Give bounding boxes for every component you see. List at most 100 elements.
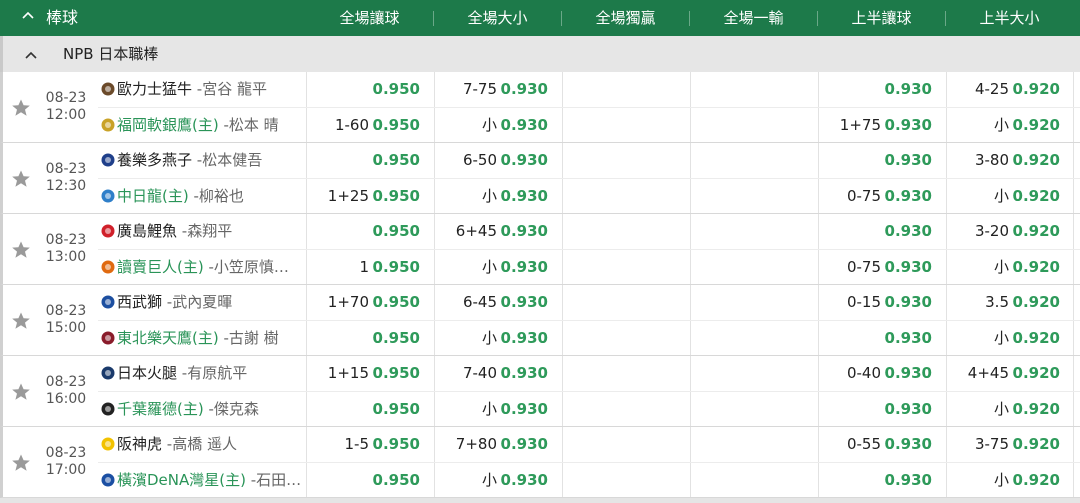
odds-cell-full-handicap[interactable]: 1-5 0.950 xyxy=(306,427,433,462)
odds-value[interactable]: 0.920 xyxy=(1013,285,1060,320)
odds-cell-full-moneyline[interactable] xyxy=(562,108,689,143)
odds-cell-half-over-under[interactable]: 小 0.920 xyxy=(946,108,1073,143)
odds-value[interactable]: 0.930 xyxy=(501,321,548,356)
odds-cell-full-moneyline[interactable] xyxy=(562,72,689,107)
odds-cell-full-one-loss[interactable] xyxy=(690,179,817,214)
odds-cell-half-over-under[interactable]: 3-20 0.920 xyxy=(946,214,1073,249)
odds-cell-full-handicap[interactable]: 0.950 xyxy=(306,214,433,249)
odds-cell-half-handicap[interactable]: 0.930 xyxy=(818,143,945,178)
odds-value[interactable]: 0.930 xyxy=(885,321,932,356)
odds-cell-full-handicap[interactable]: 1+15 0.950 xyxy=(306,356,433,391)
odds-value[interactable]: 0.920 xyxy=(1013,143,1060,178)
team-home[interactable]: 中日龍(主) -柳裕也 xyxy=(100,179,308,214)
odds-value[interactable]: 0.930 xyxy=(501,392,548,427)
odds-cell-full-handicap[interactable]: 1 0.950 xyxy=(306,250,433,285)
odds-cell-full-handicap[interactable]: 0.950 xyxy=(306,463,433,498)
odds-value[interactable]: 0.930 xyxy=(501,179,548,214)
odds-cell-half-handicap[interactable]: 0-75 0.930 xyxy=(818,179,945,214)
chevron-up-icon[interactable] xyxy=(25,48,37,60)
odds-cell-full-over-under[interactable]: 小 0.930 xyxy=(434,392,561,427)
odds-cell-full-over-under[interactable]: 小 0.930 xyxy=(434,179,561,214)
odds-cell-full-moneyline[interactable] xyxy=(562,427,689,462)
odds-cell-full-one-loss[interactable] xyxy=(690,392,817,427)
favorite-star-icon[interactable] xyxy=(11,311,31,331)
league-row[interactable]: NPB 日本職棒 xyxy=(0,36,1080,72)
odds-cell-full-moneyline[interactable] xyxy=(562,214,689,249)
team-away[interactable]: 日本火腿 -有原航平 xyxy=(100,356,308,391)
team-home[interactable]: 讀賣巨人(主) -小笠原慎… xyxy=(100,250,308,285)
odds-value[interactable]: 0.930 xyxy=(885,285,932,320)
odds-cell-full-handicap[interactable]: 0.950 xyxy=(306,72,433,107)
odds-value[interactable]: 0.950 xyxy=(373,463,420,498)
odds-cell-full-handicap[interactable]: 0.950 xyxy=(306,392,433,427)
team-away[interactable]: 阪神虎 -高橋 遥人 xyxy=(100,427,308,462)
odds-cell-half-handicap[interactable]: 0.930 xyxy=(818,463,945,498)
odds-value[interactable]: 0.920 xyxy=(1013,108,1060,143)
team-away[interactable]: 歐力士猛牛 -宮谷 龍平 xyxy=(100,72,308,107)
odds-value[interactable]: 0.950 xyxy=(373,143,420,178)
odds-value[interactable]: 0.950 xyxy=(373,321,420,356)
odds-value[interactable]: 0.930 xyxy=(501,214,548,249)
odds-value[interactable]: 0.930 xyxy=(885,356,932,391)
odds-cell-full-handicap[interactable]: 1+70 0.950 xyxy=(306,285,433,320)
odds-cell-full-one-loss[interactable] xyxy=(690,427,817,462)
odds-cell-full-handicap[interactable]: 0.950 xyxy=(306,321,433,356)
favorite-star-icon[interactable] xyxy=(11,169,31,189)
odds-value[interactable]: 0.950 xyxy=(373,356,420,391)
odds-cell-full-one-loss[interactable] xyxy=(690,250,817,285)
odds-value[interactable]: 0.930 xyxy=(885,250,932,285)
odds-cell-full-handicap[interactable]: 0.950 xyxy=(306,143,433,178)
team-home[interactable]: 千葉羅德(主) -傑克森 xyxy=(100,392,308,427)
sport-label[interactable]: 棒球 xyxy=(46,0,78,36)
team-home[interactable]: 福岡軟銀鷹(主) -松本 晴 xyxy=(100,108,308,143)
odds-value[interactable]: 0.950 xyxy=(373,214,420,249)
odds-value[interactable]: 0.950 xyxy=(373,392,420,427)
odds-cell-full-over-under[interactable]: 7+80 0.930 xyxy=(434,427,561,462)
odds-cell-half-over-under[interactable]: 4-25 0.920 xyxy=(946,72,1073,107)
odds-value[interactable]: 0.950 xyxy=(373,285,420,320)
odds-cell-full-moneyline[interactable] xyxy=(562,321,689,356)
odds-value[interactable]: 0.930 xyxy=(885,72,932,107)
odds-value[interactable]: 0.920 xyxy=(1013,356,1060,391)
odds-cell-full-moneyline[interactable] xyxy=(562,463,689,498)
odds-cell-full-over-under[interactable]: 7-40 0.930 xyxy=(434,356,561,391)
team-home[interactable]: 橫濱DeNA灣星(主) -石田… xyxy=(100,463,308,498)
odds-cell-full-one-loss[interactable] xyxy=(690,108,817,143)
odds-cell-half-over-under[interactable]: 小 0.920 xyxy=(946,463,1073,498)
odds-value[interactable]: 0.930 xyxy=(501,72,548,107)
odds-cell-half-over-under[interactable]: 小 0.920 xyxy=(946,179,1073,214)
odds-cell-half-handicap[interactable]: 0.930 xyxy=(818,214,945,249)
odds-cell-full-over-under[interactable]: 6-50 0.930 xyxy=(434,143,561,178)
team-away[interactable]: 養樂多燕子 -松本健吾 xyxy=(100,143,308,178)
odds-value[interactable]: 0.930 xyxy=(885,179,932,214)
odds-value[interactable]: 0.950 xyxy=(373,427,420,462)
odds-cell-full-moneyline[interactable] xyxy=(562,250,689,285)
odds-cell-full-moneyline[interactable] xyxy=(562,143,689,178)
chevron-up-icon[interactable] xyxy=(22,10,34,22)
odds-cell-full-one-loss[interactable] xyxy=(690,285,817,320)
odds-cell-full-moneyline[interactable] xyxy=(562,285,689,320)
odds-value[interactable]: 0.930 xyxy=(501,108,548,143)
favorite-star-icon[interactable] xyxy=(11,453,31,473)
odds-cell-full-one-loss[interactable] xyxy=(690,214,817,249)
odds-value[interactable]: 0.920 xyxy=(1013,463,1060,498)
odds-cell-half-handicap[interactable]: 0-15 0.930 xyxy=(818,285,945,320)
odds-value[interactable]: 0.920 xyxy=(1013,72,1060,107)
odds-value[interactable]: 0.930 xyxy=(501,250,548,285)
odds-cell-half-handicap[interactable]: 0.930 xyxy=(818,72,945,107)
odds-cell-half-handicap[interactable]: 1+75 0.930 xyxy=(818,108,945,143)
odds-cell-half-handicap[interactable]: 0-75 0.930 xyxy=(818,250,945,285)
odds-cell-full-one-loss[interactable] xyxy=(690,321,817,356)
odds-cell-full-handicap[interactable]: 1-60 0.950 xyxy=(306,108,433,143)
odds-value[interactable]: 0.930 xyxy=(885,108,932,143)
odds-cell-half-handicap[interactable]: 0.930 xyxy=(818,392,945,427)
odds-value[interactable]: 0.930 xyxy=(501,285,548,320)
odds-value[interactable]: 0.950 xyxy=(373,250,420,285)
favorite-star-icon[interactable] xyxy=(11,240,31,260)
favorite-star-icon[interactable] xyxy=(11,98,31,118)
odds-cell-full-over-under[interactable]: 小 0.930 xyxy=(434,250,561,285)
odds-cell-full-over-under[interactable]: 小 0.930 xyxy=(434,108,561,143)
odds-value[interactable]: 0.930 xyxy=(501,143,548,178)
odds-cell-full-moneyline[interactable] xyxy=(562,179,689,214)
odds-value[interactable]: 0.950 xyxy=(373,179,420,214)
